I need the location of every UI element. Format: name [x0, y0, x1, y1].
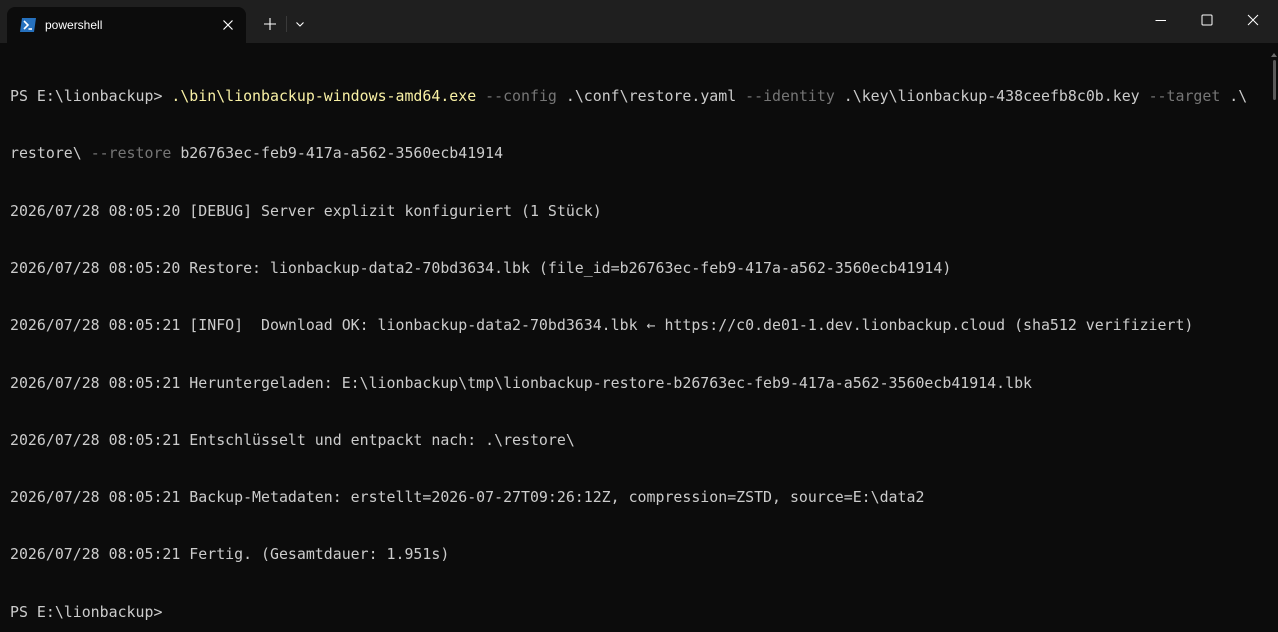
command-line-2: restore\ --restore b26763ec-feb9-417a-a5…	[10, 144, 1266, 163]
output-line: 2026/07/28 08:05:21 [INFO] Download OK: …	[10, 316, 1194, 335]
powershell-icon	[20, 18, 36, 32]
output-line: 2026/07/28 08:05:20 Restore: lionbackup-…	[10, 259, 952, 278]
output-line: 2026/07/28 08:05:21 Backup-Metadaten: er…	[10, 488, 925, 507]
plus-icon[interactable]	[259, 13, 281, 35]
target-value-part2: restore\	[10, 144, 91, 163]
output-line: 2026/07/28 08:05:21 Heruntergeladen: E:\…	[10, 373, 1033, 392]
tab-powershell[interactable]: powershell	[7, 7, 246, 43]
scrollbar[interactable]	[1270, 43, 1278, 632]
flag-config: --config	[485, 87, 557, 106]
output-line: 2026/07/28 08:05:21 Fertig. (Gesamtdauer…	[10, 545, 450, 564]
scrollbar-thumb[interactable]	[1273, 60, 1276, 100]
flag-target: --target	[1148, 87, 1221, 106]
output-line: 2026/07/28 08:05:20 [DEBUG] Server expli…	[10, 201, 602, 220]
output-line: 2026/07/28 08:05:21 Entschlüsselt und en…	[10, 430, 575, 449]
close-icon[interactable]	[218, 15, 238, 35]
tab-divider	[286, 16, 287, 32]
terminal-output[interactable]: PS E:\lionbackup> .\bin\lionbackup-windo…	[0, 43, 1266, 632]
target-value-part1: .\	[1220, 87, 1248, 106]
config-value: .\conf\restore.yaml	[556, 87, 746, 106]
prompt: PS E:\lionbackup>	[10, 87, 172, 106]
chevron-down-icon[interactable]	[290, 13, 310, 35]
command-line-1: PS E:\lionbackup> .\bin\lionbackup-windo…	[10, 87, 1266, 106]
terminal-window: powershell PS E:\lionbackup> .\bin\lionb…	[0, 0, 1278, 632]
flag-restore: --restore	[90, 144, 172, 163]
minimize-icon[interactable]	[1138, 0, 1184, 40]
flag-identity: --identity	[745, 87, 835, 106]
identity-value: .\key\lionbackup-438ceefb8c0b.key	[834, 87, 1149, 106]
final-prompt: PS E:\lionbackup>	[10, 602, 163, 621]
scroll-up-arrow-icon[interactable]	[1270, 46, 1278, 57]
restore-value: b26763ec-feb9-417a-a562-3560ecb41914	[171, 144, 504, 163]
tab-title: powershell	[45, 18, 103, 32]
maximize-icon[interactable]	[1184, 0, 1230, 40]
close-icon[interactable]	[1230, 0, 1276, 40]
title-bar: powershell	[0, 0, 1278, 43]
command-exe: .\bin\lionbackup-windows-amd64.exe	[171, 87, 477, 106]
